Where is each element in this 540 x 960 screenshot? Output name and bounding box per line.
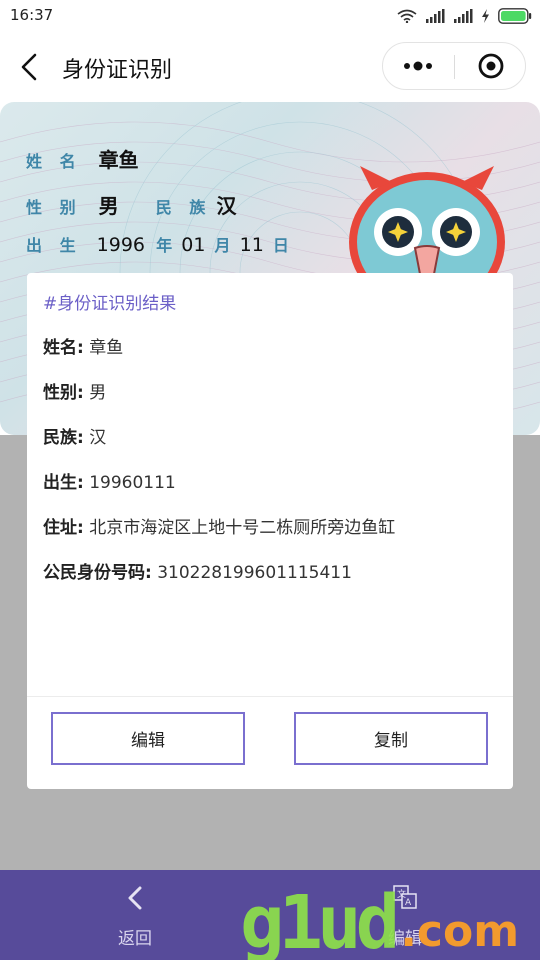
more-button[interactable] bbox=[383, 43, 454, 89]
card-sex-value: 男 bbox=[98, 194, 119, 218]
card-birth-month: 01 bbox=[181, 234, 206, 256]
signal-icon bbox=[425, 9, 445, 23]
result-value: 汉 bbox=[89, 428, 107, 448]
result-row-id-number: 公民身份号码: 310228199601115411 bbox=[43, 558, 352, 583]
back-button[interactable] bbox=[18, 52, 42, 82]
result-label: 性别: bbox=[43, 383, 84, 403]
wifi-icon bbox=[397, 9, 417, 23]
more-dots-icon bbox=[404, 61, 432, 71]
battery-icon bbox=[498, 8, 532, 24]
result-label: 公民身份号码: bbox=[43, 563, 152, 583]
card-sex-label: 性 别 bbox=[26, 198, 82, 217]
copy-button[interactable]: 复制 bbox=[294, 712, 488, 765]
card-birth-row: 出 生 1996 年 01 月 11 日 bbox=[26, 232, 289, 256]
card-birth-day: 11 bbox=[239, 234, 264, 256]
result-label: 民族: bbox=[43, 428, 84, 448]
card-birth-year: 1996 bbox=[96, 234, 146, 256]
dialog-divider bbox=[27, 696, 513, 697]
site-watermark: g1ud .com bbox=[240, 880, 519, 960]
card-name-row: 姓 名 章鱼 bbox=[26, 144, 139, 173]
result-value: 男 bbox=[89, 383, 107, 403]
watermark-main: g1ud bbox=[240, 880, 400, 960]
result-label: 姓名: bbox=[43, 338, 84, 358]
result-row-address: 住址: 北京市海淀区上地十号二栋厕所旁边鱼缸 bbox=[43, 513, 395, 538]
dialog-title: #身份证识别结果 bbox=[43, 294, 177, 314]
card-name-value: 章鱼 bbox=[98, 148, 139, 172]
status-time: 16:37 bbox=[10, 6, 54, 24]
card-ethnic-label: 民 族 bbox=[155, 198, 212, 217]
result-value: 章鱼 bbox=[89, 338, 124, 358]
card-year-unit: 年 bbox=[156, 236, 173, 255]
chevron-left-icon bbox=[128, 886, 142, 910]
status-icons bbox=[397, 8, 532, 24]
result-value: 310228199601115411 bbox=[157, 563, 352, 583]
result-label: 住址: bbox=[43, 518, 84, 538]
card-day-unit: 日 bbox=[272, 236, 289, 255]
result-dialog: #身份证识别结果 姓名: 章鱼 性别: 男 民族: 汉 出生: 19960111… bbox=[27, 273, 513, 789]
card-name-label: 姓 名 bbox=[26, 152, 82, 171]
status-bar: 16:37 bbox=[0, 0, 540, 32]
result-row-name: 姓名: 章鱼 bbox=[43, 333, 123, 358]
chevron-left-icon bbox=[21, 53, 37, 81]
result-row-sex: 性别: 男 bbox=[43, 378, 106, 403]
page-title: 身份证识别 bbox=[62, 58, 173, 83]
card-ethnic-value: 汉 bbox=[216, 194, 237, 218]
result-row-ethnic: 民族: 汉 bbox=[43, 423, 106, 448]
close-button[interactable] bbox=[455, 43, 526, 89]
charge-icon bbox=[481, 9, 490, 23]
result-label: 出生: bbox=[43, 473, 84, 493]
result-value: 19960111 bbox=[89, 473, 176, 493]
target-circle-icon bbox=[478, 53, 504, 79]
edit-button[interactable]: 编辑 bbox=[51, 712, 245, 765]
mini-program-capsule bbox=[382, 42, 526, 90]
card-sex-row: 性 别 男 民 族 汉 bbox=[26, 190, 236, 219]
result-value: 北京市海淀区上地十号二栋厕所旁边鱼缸 bbox=[89, 518, 396, 538]
card-month-unit: 月 bbox=[214, 236, 231, 255]
signal-icon-2 bbox=[453, 9, 473, 23]
card-birth-label: 出 生 bbox=[26, 236, 82, 255]
watermark-domain: .com bbox=[400, 906, 520, 957]
back-tab[interactable]: 返回 bbox=[85, 884, 185, 954]
navigation-bar: 身份证识别 bbox=[0, 32, 540, 102]
result-row-birth: 出生: 19960111 bbox=[43, 468, 176, 493]
back-tab-label: 返回 bbox=[118, 929, 152, 949]
